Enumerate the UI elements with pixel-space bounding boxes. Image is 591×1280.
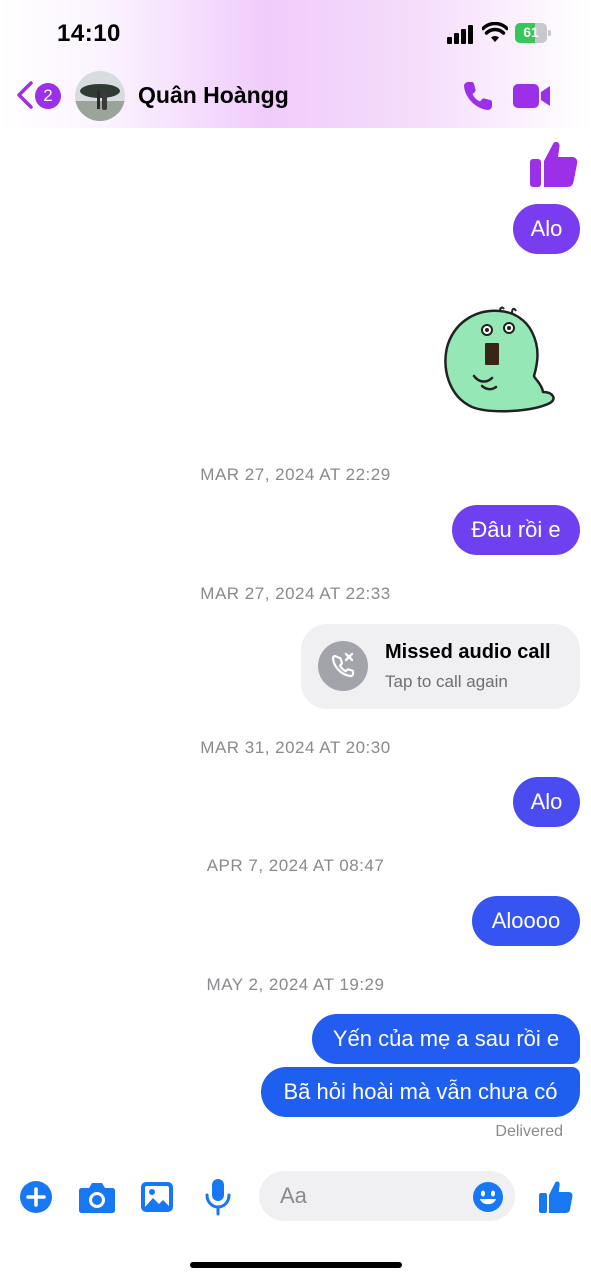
message-bubble[interactable]: Alo — [513, 777, 580, 827]
wifi-icon — [482, 22, 508, 42]
back-chevron-icon[interactable] — [14, 80, 36, 110]
message-bubble[interactable]: Yến của mẹ a sau rồi e — [312, 1014, 580, 1064]
thumbs-up-icon[interactable] — [538, 1178, 574, 1214]
home-indicator — [190, 1262, 402, 1268]
thumbs-up-icon — [530, 141, 578, 187]
message-bubble[interactable]: Đâu rồi e — [452, 505, 580, 555]
gallery-icon[interactable] — [140, 1180, 174, 1214]
timestamp: APR 7, 2024 AT 08:47 — [206, 856, 385, 875]
missed-call-card[interactable]: Missed audio call Tap to call again — [301, 624, 580, 709]
contact-name[interactable]: Quân Hoàngg — [138, 82, 289, 109]
microphone-icon[interactable] — [204, 1178, 232, 1216]
battery-level: 61 — [523, 24, 539, 40]
avatar[interactable] — [75, 71, 125, 121]
timestamp: MAR 27, 2024 AT 22:29 — [200, 465, 391, 484]
unread-count-badge[interactable]: 2 — [35, 83, 61, 109]
missed-call-subtitle: Tap to call again — [385, 672, 508, 691]
emoji-icon[interactable] — [472, 1181, 504, 1213]
message-bubble[interactable]: Alo — [513, 204, 580, 254]
missed-call-icon — [318, 641, 368, 691]
camera-icon[interactable] — [78, 1180, 116, 1214]
message-input-container[interactable] — [259, 1171, 515, 1221]
status-time: 14:10 — [57, 20, 121, 47]
timestamp: MAY 2, 2024 AT 19:29 — [206, 975, 385, 994]
message-bubble[interactable]: Aloooo — [472, 896, 580, 946]
timestamp: MAR 31, 2024 AT 20:30 — [200, 738, 391, 757]
missed-call-title: Missed audio call — [385, 641, 551, 663]
video-icon[interactable] — [512, 81, 552, 111]
timestamp: MAR 27, 2024 AT 22:33 — [200, 584, 391, 603]
message-input[interactable] — [280, 1171, 470, 1221]
phone-icon[interactable] — [461, 79, 495, 113]
battery-icon: 61 — [515, 23, 551, 43]
message-bubble[interactable]: Bã hỏi hoài mà vẫn chưa có — [261, 1067, 580, 1117]
signal-icon — [447, 24, 475, 44]
sticker-icon[interactable] — [442, 306, 558, 414]
delivered-status: Delivered — [495, 1123, 563, 1140]
plus-icon[interactable] — [19, 1180, 53, 1214]
